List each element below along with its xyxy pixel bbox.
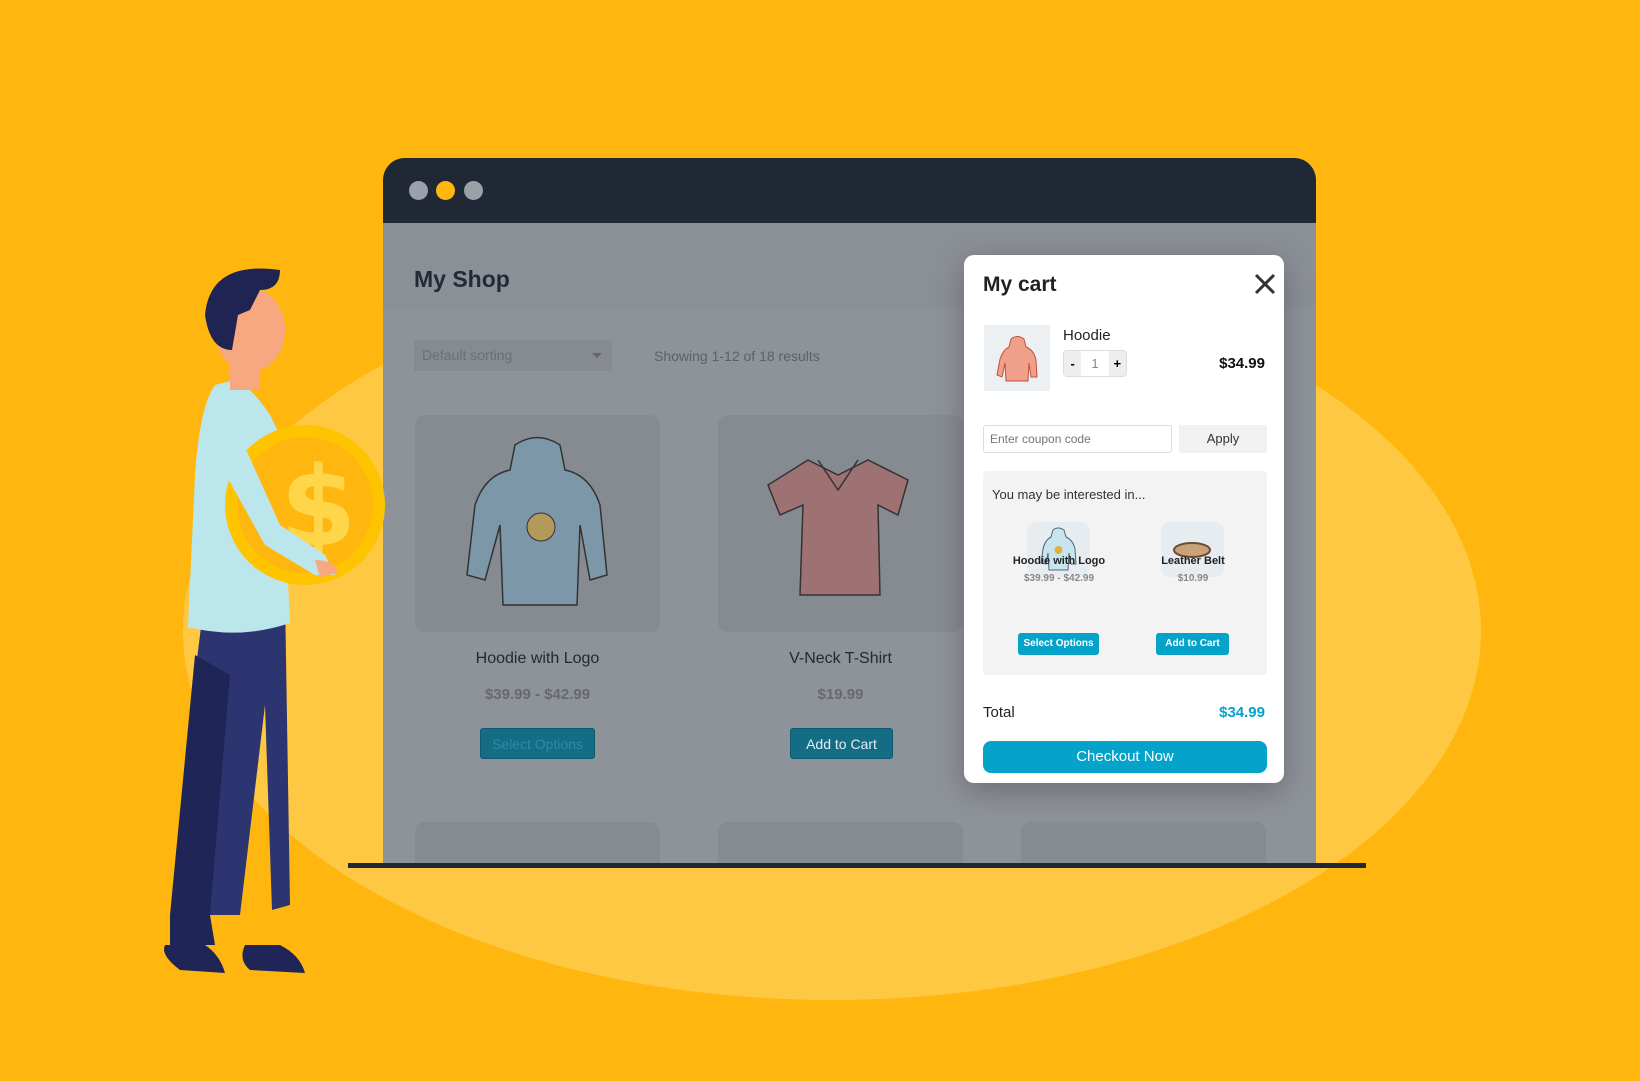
recommendation-thumbnail[interactable] [1027, 522, 1090, 577]
window-titlebar [383, 158, 1316, 223]
quantity-stepper[interactable]: - 1 + [1063, 350, 1127, 377]
checkout-button[interactable]: Checkout Now [983, 741, 1267, 773]
person-illustration: $ [164, 268, 385, 973]
chevron-down-icon [592, 353, 602, 358]
total-label: Total [983, 704, 1015, 721]
hoodie-image-icon [1040, 527, 1077, 571]
hoodie-image-icon [996, 336, 1038, 382]
product-image[interactable] [415, 415, 660, 632]
decrement-button[interactable]: - [1064, 351, 1082, 376]
cart-title: My cart [983, 273, 1057, 296]
sorting-value: Default sorting [422, 347, 513, 363]
apply-coupon-button[interactable]: Apply [1179, 425, 1267, 453]
recommendation-name[interactable]: Leather Belt [1123, 555, 1263, 567]
cart-panel: My cart Hoodie - 1 + $34.99 Apply You ma… [964, 255, 1284, 783]
product-image[interactable] [1021, 822, 1266, 868]
product-price: $19.99 [817, 686, 864, 703]
select-options-button[interactable]: Select Options [480, 728, 595, 759]
window-dot-icon[interactable] [464, 181, 483, 200]
recommendations: You may be interested in... Hoodie with … [983, 471, 1267, 675]
product-image[interactable] [718, 822, 963, 868]
product-image[interactable] [415, 822, 660, 868]
tshirt-image-icon [767, 459, 909, 596]
select-options-button[interactable]: Select Options [1018, 633, 1099, 655]
sorting-select[interactable]: Default sorting [414, 340, 612, 371]
results-count: Showing 1-12 of 18 results [654, 348, 820, 364]
close-icon[interactable] [1253, 272, 1277, 296]
page-title: My Shop [414, 266, 510, 292]
hoodie-image-icon [466, 436, 608, 606]
increment-button[interactable]: + [1108, 351, 1126, 376]
add-to-cart-button[interactable]: Add to Cart [790, 728, 893, 759]
product-title[interactable]: Hoodie with Logo [415, 650, 660, 668]
quantity-input[interactable]: 1 [1081, 351, 1108, 376]
belt-image-icon [1173, 542, 1211, 558]
total-value: $34.99 [1219, 704, 1265, 721]
baseline-divider [348, 863, 1366, 868]
cart-item-price: $34.99 [1219, 355, 1265, 372]
add-to-cart-button[interactable]: Add to Cart [1156, 633, 1229, 655]
cart-item-thumbnail [984, 325, 1050, 391]
window-dot-icon[interactable] [409, 181, 428, 200]
window-dot-icon[interactable] [436, 181, 455, 200]
recommendation-name[interactable]: Hoodie with Logo [989, 555, 1129, 567]
product-title[interactable]: V-Neck T-Shirt [718, 650, 963, 668]
product-price: $39.99 - $42.99 [484, 686, 591, 703]
cart-item-name[interactable]: Hoodie [1063, 327, 1111, 344]
recommendation-price: $10.99 [1177, 573, 1209, 584]
recommendations-title: You may be interested in... [992, 487, 1146, 502]
product-image[interactable] [718, 415, 963, 632]
recommendation-thumbnail[interactable] [1161, 522, 1224, 577]
coupon-input[interactable] [983, 425, 1172, 453]
recommendation-price: $39.99 - $42.99 [1023, 573, 1095, 584]
